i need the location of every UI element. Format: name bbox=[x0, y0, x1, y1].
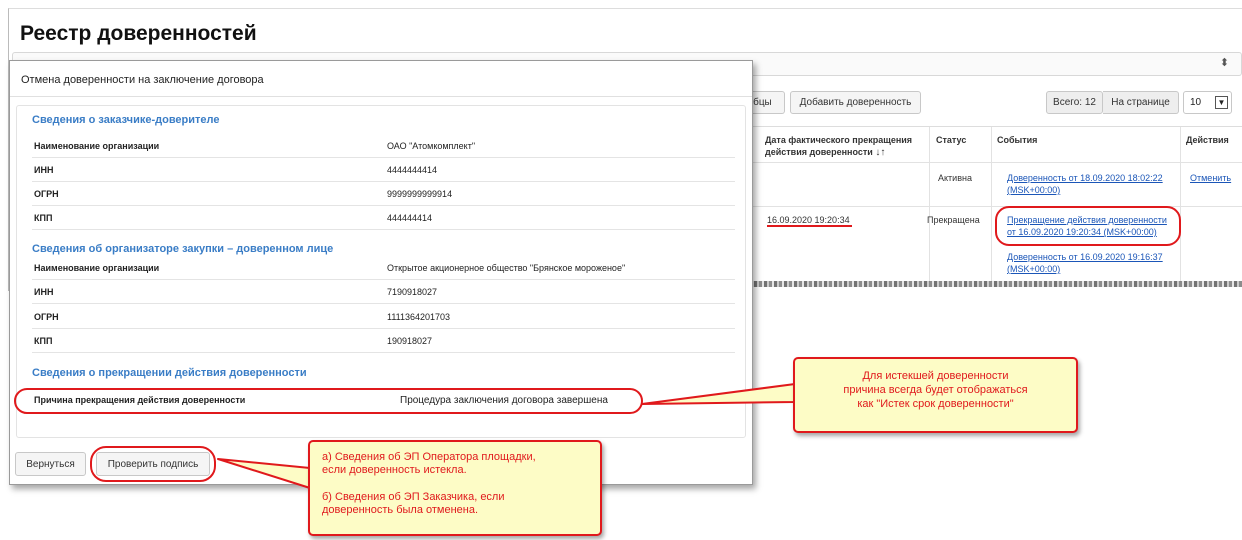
callout-pointers bbox=[217, 383, 796, 489]
callout-right-line2: причина всегда будет отображаться bbox=[843, 384, 1028, 396]
callout-right-line1: Для истекшей доверенности bbox=[862, 370, 1009, 382]
right-callout-pointer bbox=[641, 383, 796, 405]
callout-bottom-b2: доверенность была отменена. bbox=[322, 504, 479, 516]
callout-bottom-a1: а) Сведения об ЭП Оператора площадки, bbox=[322, 451, 536, 463]
callout-right-line3: как "Истек срок доверенности" bbox=[857, 398, 1014, 410]
expired-reason-callout: Для истекшей доверенности причина всегда… bbox=[793, 357, 1078, 433]
signature-info-callout: а) Сведения об ЭП Оператора площадки, ес… bbox=[308, 440, 602, 536]
bottom-callout-pointer bbox=[217, 458, 311, 489]
callout-bottom-b1: б) Сведения об ЭП Заказчика, если bbox=[322, 491, 505, 503]
callout-bottom-a2: если доверенность истекла. bbox=[322, 464, 467, 476]
